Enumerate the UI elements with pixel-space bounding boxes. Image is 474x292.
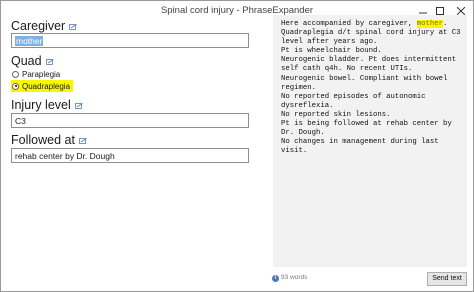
send-text-button[interactable]: Send text: [427, 272, 467, 286]
info-icon: i: [272, 275, 279, 282]
caregiver-input[interactable]: mother: [11, 33, 249, 48]
preview-text: Here accompanied by caregiver, mother. Q…: [281, 20, 465, 156]
edit-icon[interactable]: [79, 137, 87, 145]
radio-label: Quadraplegia: [22, 81, 71, 91]
injury-level-label-row: Injury level: [11, 98, 83, 112]
quad-label-row: Quad: [11, 54, 54, 68]
quad-label: Quad: [11, 54, 42, 68]
radio-quadraplegia[interactable]: Quadraplegia: [11, 80, 74, 92]
injury-level-value: C3: [15, 116, 26, 126]
preview-highlight: mother: [416, 20, 444, 28]
radio-label: Paraplegia: [22, 69, 61, 79]
followed-at-value: rehab center by Dr. Dough: [15, 151, 115, 161]
preview-panel[interactable]: Here accompanied by caregiver, mother. Q…: [273, 15, 467, 267]
caregiver-label-row: Caregiver: [11, 19, 77, 33]
caregiver-label: Caregiver: [11, 19, 66, 33]
app-window: Spinal cord injury - PhraseExpander Care…: [0, 0, 474, 292]
followed-at-label-row: Followed at: [11, 133, 87, 147]
followed-at-input[interactable]: rehab center by Dr. Dough: [11, 148, 249, 163]
radio-button[interactable]: [12, 70, 19, 78]
followed-at-label: Followed at: [11, 133, 75, 147]
edit-icon[interactable]: [45, 58, 54, 66]
preview-line1-prefix: Here accompanied by caregiver,: [281, 20, 417, 28]
word-count: 93 words: [281, 274, 308, 281]
injury-level-label: Injury level: [11, 98, 71, 112]
radio-paraplegia[interactable]: Paraplegia: [11, 68, 63, 80]
preview-body: Quadraplegia d/t spinal cord injury at C…: [281, 29, 461, 156]
radio-button-selected[interactable]: [12, 82, 19, 90]
close-icon: [457, 7, 465, 15]
maximize-icon: [436, 7, 444, 15]
caregiver-value: mother: [15, 36, 44, 46]
edit-icon[interactable]: [74, 102, 83, 110]
minimize-icon: [419, 12, 427, 14]
preview-line1-suffix: .: [443, 20, 448, 28]
edit-icon[interactable]: [69, 23, 77, 31]
injury-level-input[interactable]: C3: [11, 113, 249, 128]
